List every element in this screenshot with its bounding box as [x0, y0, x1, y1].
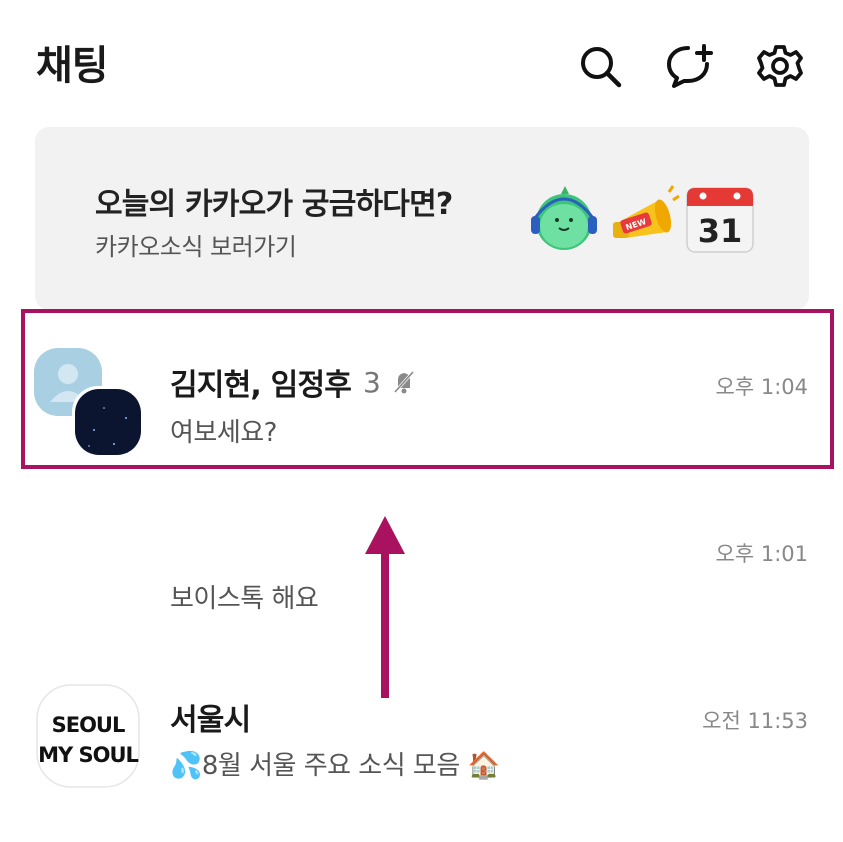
header: 채팅: [0, 0, 843, 120]
calendar-icon: 31: [686, 187, 754, 253]
megaphone-icon: NEW: [613, 185, 680, 238]
seoul-logo-line1: SEOUL: [52, 713, 125, 737]
annotation-arrow-icon: [365, 516, 405, 698]
kakao-news-banner[interactable]: 오늘의 카카오가 궁금하다면? 카카오소식 보러가기 NEW 31: [35, 127, 809, 310]
seoul-logo-line2: MY SOUL: [38, 743, 138, 767]
chat-last-message: 보이스톡 해요: [170, 584, 319, 614]
banner-title: 오늘의 카카오가 궁금하다면?: [95, 187, 453, 222]
settings-icon[interactable]: [756, 42, 804, 90]
calendar-day: 31: [698, 212, 743, 250]
page-title: 채팅: [36, 43, 109, 89]
chat-timestamp: 오후 1:01: [715, 542, 808, 566]
seoul-avatar: SEOUL MY SOUL: [36, 684, 140, 788]
chat-last-message: 💦8월 서울 주요 소식 모음 🏠: [170, 751, 500, 781]
search-icon[interactable]: [576, 42, 624, 90]
headset-character-icon: [531, 186, 597, 250]
chat-timestamp: 오전 11:53: [702, 709, 808, 733]
chat-room-voicetalk[interactable]: 오후 1:01 보이스톡 해요: [0, 510, 843, 650]
chat-room-name: 서울시: [170, 695, 251, 739]
chat-room-seoul[interactable]: SEOUL MY SOUL 서울시 💦8월 서울 주요 소식 모음 🏠 오전 1…: [0, 670, 843, 810]
new-chat-icon[interactable]: [666, 42, 714, 90]
banner-subtitle: 카카오소식 보러가기: [95, 233, 297, 261]
chat-room-title: 서울시: [170, 703, 251, 738]
highlight-annotation-box: [21, 309, 834, 469]
